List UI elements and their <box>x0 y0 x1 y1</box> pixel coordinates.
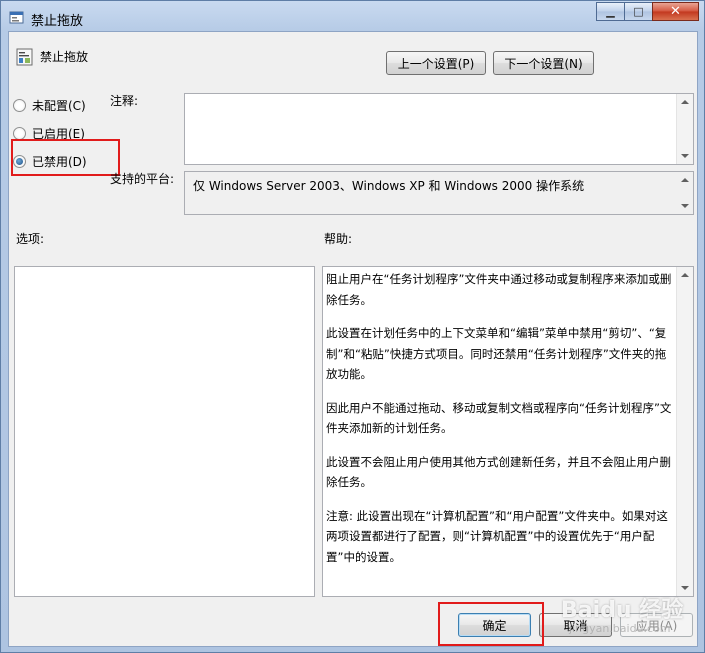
window-controls: ▁ □ ✕ <box>596 2 699 22</box>
help-text: 阻止用户在“任务计划程序”文件夹中通过移动或复制程序来添加或删除任务。 此设置在… <box>325 267 675 580</box>
help-scrollbar[interactable] <box>676 267 693 596</box>
help-paragraph: 注意: 此设置出现在“计算机配置”和“用户配置”文件夹中。如果对这两项设置都进行… <box>326 508 668 564</box>
highlight-disabled-option <box>11 139 120 176</box>
help-paragraph: 此设置在计划任务中的上下文菜单和“编辑”菜单中禁用“剪切”、“复制”和“粘贴”快… <box>326 326 667 381</box>
help-paragraph: 此设置不会阻止用户使用其他方式创建新任务，并且不会阻止用户删除任务。 <box>326 454 671 490</box>
baidu-watermark: Baidu 经验 <box>561 598 684 623</box>
options-label: 选项: <box>16 232 45 246</box>
help-paragraph: 阻止用户在“任务计划程序”文件夹中通过移动或复制程序来添加或删除任务。 <box>326 272 672 307</box>
scroll-down-icon[interactable] <box>681 204 689 208</box>
help-panel[interactable]: 阻止用户在“任务计划程序”文件夹中通过移动或复制程序来添加或删除任务。 此设置在… <box>322 266 694 597</box>
platforms-scrollbar[interactable] <box>677 172 693 214</box>
baidu-watermark-url: jingyan.baidu.com <box>569 622 671 635</box>
title-bar[interactable]: 禁止拖放 ▁ □ ✕ <box>1 1 704 35</box>
close-button[interactable]: ✕ <box>652 2 699 21</box>
minimize-icon: ▁ <box>606 5 615 18</box>
scroll-up-icon[interactable] <box>681 178 689 182</box>
highlight-ok-button <box>438 602 544 646</box>
radio-not-configured[interactable]: 未配置(C) <box>13 97 86 114</box>
window-title: 禁止拖放 <box>31 14 84 29</box>
scroll-down-icon[interactable] <box>681 586 689 590</box>
maximize-icon: □ <box>633 5 644 18</box>
policy-setting-icon <box>16 48 33 66</box>
maximize-button[interactable]: □ <box>624 2 653 21</box>
help-paragraph: 因此用户不能通过拖动、移动或复制文档或程序向“任务计划程序”文件夹添加新的计划任… <box>326 400 672 436</box>
next-setting-button[interactable]: 下一个设置(N) <box>493 51 594 75</box>
comment-label: 注释: <box>110 94 139 108</box>
scroll-up-icon[interactable] <box>681 100 689 104</box>
radio-not-configured-label: 未配置(C) <box>32 99 86 113</box>
radio-not-configured-indicator[interactable] <box>13 99 26 112</box>
options-panel <box>14 266 315 597</box>
policy-name-heading: 禁止拖放 <box>40 50 89 64</box>
supported-platforms-label: 支持的平台: <box>110 172 175 186</box>
supported-platforms-value: 仅 Windows Server 2003、Windows XP 和 Windo… <box>193 179 585 193</box>
scroll-up-icon[interactable] <box>681 273 689 277</box>
group-policy-app-icon <box>9 11 24 24</box>
close-icon: ✕ <box>670 4 681 19</box>
scroll-down-icon[interactable] <box>681 154 689 158</box>
previous-setting-button[interactable]: 上一个设置(P) <box>386 51 486 75</box>
supported-platforms-box: 仅 Windows Server 2003、Windows XP 和 Windo… <box>184 171 694 215</box>
dialog-client-area: 禁止拖放 上一个设置(P) 下一个设置(N) 未配置(C) 已启用(E) 已禁用… <box>8 31 698 647</box>
policy-dialog-window: 禁止拖放 ▁ □ ✕ 禁止拖放 上一个设置(P) 下一个设置(N) 未配置(C)… <box>0 0 705 653</box>
help-label: 帮助: <box>324 232 353 246</box>
comment-scrollbar[interactable] <box>676 94 693 164</box>
minimize-button[interactable]: ▁ <box>596 2 625 21</box>
comment-textarea[interactable] <box>184 93 694 165</box>
